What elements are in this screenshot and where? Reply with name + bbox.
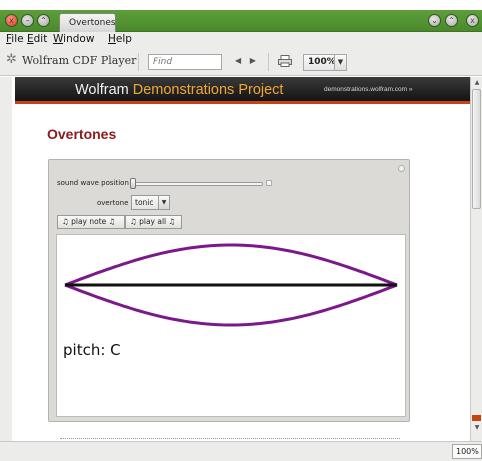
string-wave-plot: [64, 243, 398, 327]
slider-expand-icon[interactable]: [266, 180, 272, 186]
pitch-label: pitch: C: [63, 341, 121, 359]
overtone-label: overtone: [97, 199, 129, 207]
banner-title-wolfram: Wolfram: [75, 82, 133, 98]
titlebar-close-button[interactable]: x: [466, 14, 479, 27]
menu-window[interactable]: Window: [53, 33, 94, 45]
manipulate-panel: sound wave position overtone tonic ▼ ♫ p…: [48, 159, 410, 422]
print-icon[interactable]: [278, 55, 292, 67]
scroll-marker: [472, 415, 481, 421]
maximize-window-button[interactable]: ⌃: [37, 14, 50, 27]
banner-title-demonstrations: Demonstrations Project: [132, 82, 284, 98]
document-viewport: Wolfram Demonstrations Project demonstra…: [12, 77, 470, 441]
overtone-value: tonic: [135, 198, 154, 207]
gear-icon: ✲: [6, 52, 17, 67]
minimize-window-button[interactable]: –: [21, 14, 34, 27]
banner-title: Wolfram Demonstrations Project: [75, 82, 283, 98]
slider-thumb[interactable]: [130, 178, 136, 189]
chevron-down-icon[interactable]: ▼: [158, 195, 170, 210]
slider-label: sound wave position: [57, 179, 129, 187]
wave-graphic: pitch: C: [56, 234, 406, 417]
menu-help-label: elp: [115, 33, 132, 45]
wave-envelope-lower: [64, 283, 398, 327]
find-nav-arrows[interactable]: ◀ ▶: [235, 56, 259, 65]
menu-help[interactable]: Help: [108, 33, 132, 45]
toolbar-divider: [268, 53, 269, 71]
toolbar-divider: [138, 53, 139, 71]
menu-help-mnemonic: H: [108, 33, 116, 45]
panel-options-icon[interactable]: [398, 165, 405, 172]
toolbar: ✲ Wolfram CDF Player ◀ ▶ 100% ▼: [0, 48, 482, 76]
scroll-up-icon[interactable]: ▲: [472, 78, 482, 88]
menu-edit-mnemonic: E: [27, 33, 34, 45]
tab-overtones[interactable]: Overtones: [59, 13, 116, 32]
menu-window-mnemonic: W: [53, 33, 64, 45]
find-input[interactable]: [148, 54, 222, 70]
scroll-down-icon[interactable]: ▼: [472, 423, 482, 433]
close-window-button[interactable]: x: [5, 14, 18, 27]
menu-file-label: ile: [11, 33, 24, 45]
menu-edit[interactable]: Edit: [27, 33, 47, 45]
menu-window-label: indow: [63, 33, 95, 45]
menu-file[interactable]: File: [6, 33, 24, 45]
demo-title: Overtones: [47, 126, 117, 142]
window-titlebar[interactable]: x – ⌃ Overtones ⌄ ⌃ x: [0, 10, 482, 32]
wave-envelope-upper: [64, 243, 398, 287]
player-name: Wolfram CDF Player: [22, 54, 137, 67]
chevron-down-icon[interactable]: ▼: [334, 54, 347, 71]
desktop-background: [0, 0, 482, 10]
left-gutter: [0, 77, 12, 441]
status-bar: 100%: [0, 441, 482, 461]
titlebar-collapse-button[interactable]: ⌄: [428, 14, 441, 27]
menu-edit-label: dit: [33, 33, 48, 45]
overtone-select[interactable]: tonic ▼: [131, 195, 170, 210]
sound-wave-position-slider[interactable]: [131, 182, 263, 186]
menu-bar: File Edit Window Help: [0, 32, 482, 48]
titlebar-expand-button[interactable]: ⌃: [445, 14, 458, 27]
wolfram-banner[interactable]: Wolfram Demonstrations Project demonstra…: [15, 77, 470, 104]
vertical-scrollbar[interactable]: ▲ ▼: [470, 77, 482, 441]
scrollbar-thumb[interactable]: [472, 89, 481, 209]
play-note-button[interactable]: ♫ play note ♫: [57, 215, 125, 229]
play-all-button[interactable]: ♫ play all ♫: [125, 215, 182, 229]
zoom-value: 100%: [308, 57, 336, 67]
banner-url-link[interactable]: demonstrations.wolfram.com »: [324, 86, 413, 93]
status-zoom[interactable]: 100%: [452, 444, 482, 459]
zoom-select[interactable]: 100% ▼: [303, 54, 347, 71]
